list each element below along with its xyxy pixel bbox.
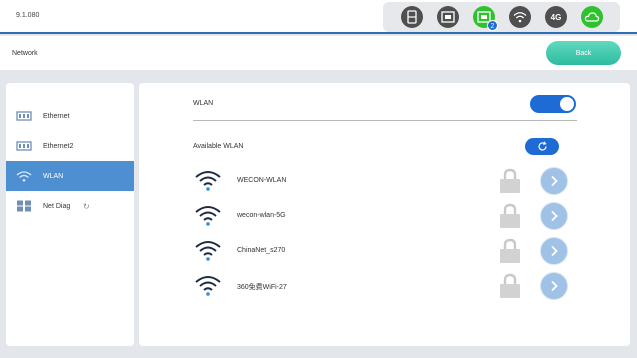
wifi-signal-icon (195, 241, 221, 261)
sidebar-item-label: WLAN (43, 172, 64, 180)
sidebar-item-label: Ethernet (43, 112, 70, 120)
lock-icon (500, 273, 520, 298)
sidebar: Ethernet Ethernet2 WLAN Net Diag ↻ (6, 83, 134, 346)
refresh-icon: ↻ (83, 201, 90, 211)
page-title: Network (12, 50, 38, 57)
wifi-status-icon[interactable] (509, 6, 531, 28)
page-header: Network Back (0, 36, 637, 70)
network-row[interactable]: wecon-wlan-5G (194, 202, 574, 232)
lock-icon (500, 168, 520, 193)
version-label: 9.1.080 (16, 12, 40, 19)
sidebar-item-wlan[interactable]: WLAN (6, 161, 134, 191)
ethernet-active-icon[interactable]: 2 (473, 6, 498, 31)
network-name: WECON-WLAN (237, 177, 287, 184)
available-wlan-label: Available WLAN (193, 143, 244, 150)
network-detail-button[interactable] (540, 167, 568, 195)
network-detail-button[interactable] (540, 202, 568, 230)
network-name: ChinaNet_s270 (237, 247, 286, 254)
lock-icon (500, 203, 520, 228)
refresh-button[interactable] (525, 138, 559, 155)
wlan-label: WLAN (193, 100, 214, 107)
sidebar-item-net-diag[interactable]: Net Diag ↻ (6, 191, 134, 221)
chevron-right-icon (551, 280, 558, 292)
wifi-signal-icon (195, 171, 221, 191)
ethernet-icon[interactable] (437, 6, 459, 28)
sidebar-item-label: Ethernet2 (43, 142, 74, 150)
network-detail-button[interactable] (540, 237, 568, 265)
network-row[interactable]: 360免费WiFi-27 (194, 272, 574, 302)
ethernet-icon (16, 141, 32, 151)
wlan-toggle[interactable] (530, 95, 576, 113)
wlan-panel: WLAN Available WLAN WECON-WLAN wecon-wla… (139, 83, 630, 346)
sidebar-item-label: Net Diag (43, 202, 71, 210)
chevron-right-icon (551, 210, 558, 222)
lock-icon (500, 238, 520, 263)
network-row[interactable]: ChinaNet_s270 (194, 237, 574, 267)
divider (193, 120, 577, 121)
back-button[interactable]: Back (546, 41, 621, 65)
status-bar: 9.1.080 2 4G (0, 0, 637, 34)
cloud-icon[interactable] (581, 6, 603, 28)
chevron-right-icon (551, 245, 558, 257)
network-detail-button[interactable] (540, 272, 568, 300)
chevron-right-icon (551, 175, 558, 187)
status-icons-group: 2 4G (383, 2, 620, 32)
cellular-4g-icon[interactable]: 4G (545, 6, 567, 28)
network-name: 360免费WiFi-27 (237, 284, 287, 291)
wifi-signal-icon (195, 206, 221, 226)
toggle-knob (560, 97, 574, 111)
sidebar-item-ethernet2[interactable]: Ethernet2 (6, 131, 134, 161)
ethernet-icon (16, 111, 32, 121)
network-row[interactable]: WECON-WLAN (194, 167, 574, 197)
ethernet-count-badge: 2 (487, 20, 498, 31)
storage-icon[interactable] (401, 6, 423, 28)
network-name: wecon-wlan-5G (237, 212, 286, 219)
refresh-icon (537, 141, 547, 151)
wifi-signal-icon (195, 276, 221, 296)
wifi-icon (16, 171, 32, 182)
sidebar-item-ethernet[interactable]: Ethernet (6, 101, 134, 131)
grid-icon (17, 200, 31, 212)
